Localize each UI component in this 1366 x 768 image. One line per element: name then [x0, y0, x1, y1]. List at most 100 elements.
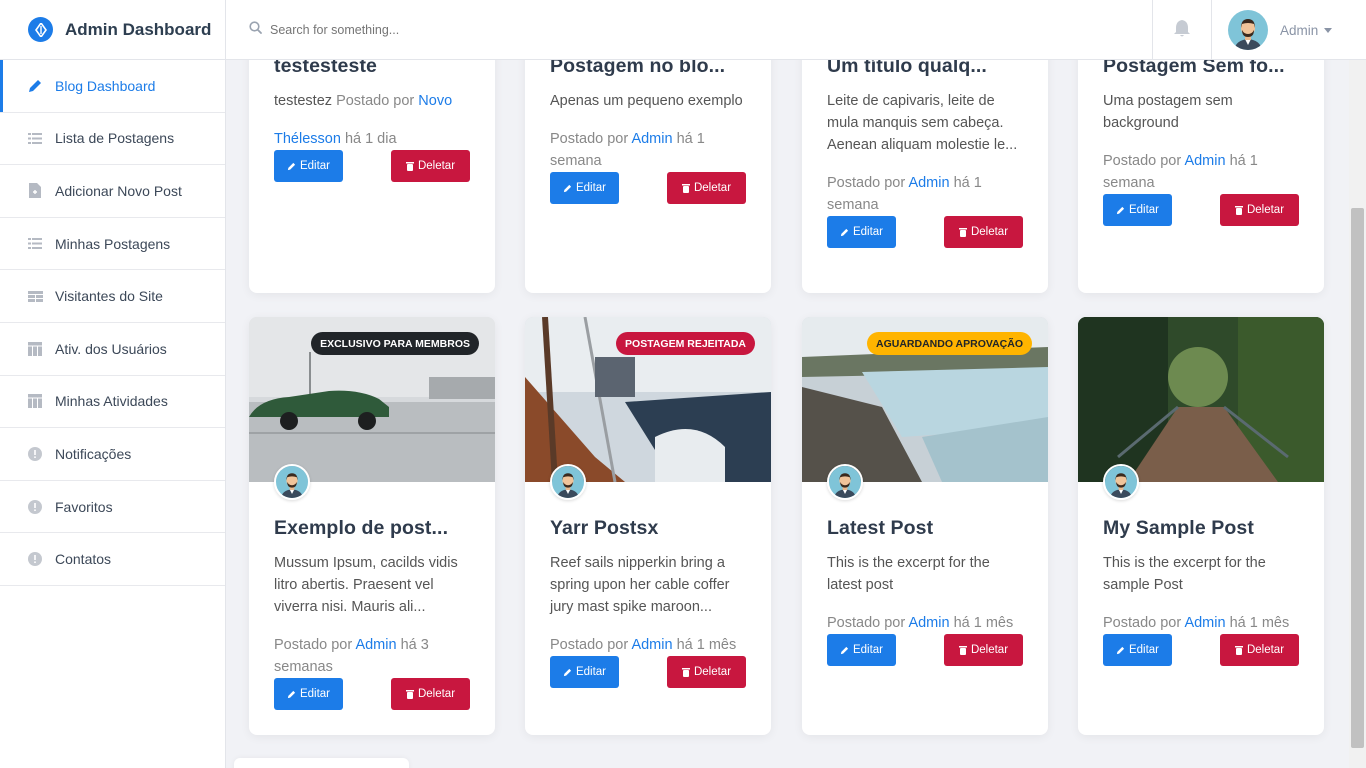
sidebar-item-label: Contatos [55, 551, 112, 568]
author-link[interactable]: Admin [1184, 615, 1225, 631]
meta-prefix: Postado por [1103, 153, 1182, 169]
post-title[interactable]: My Sample Post [1103, 517, 1299, 540]
trash-icon [958, 228, 967, 237]
post-time: há 1 dia [344, 131, 397, 147]
sidebar-item-minhas-postagens[interactable]: Minhas Postagens [0, 218, 225, 271]
author-link[interactable]: Admin [908, 175, 949, 191]
delete-button[interactable]: Deletar [944, 216, 1023, 248]
pencil-icon [1116, 206, 1125, 214]
post-card: EXCLUSIVO PARA MEMBROS Exemplo de post..… [249, 317, 495, 735]
author-link[interactable]: Admin [631, 637, 672, 653]
post-time: há 1 mês [953, 615, 1014, 631]
brand[interactable]: Admin Dashboard [0, 0, 225, 60]
post-excerpt: This is the excerpt for the sample Post [1103, 555, 1266, 593]
edit-button[interactable]: Editar [1103, 634, 1172, 666]
pencil-icon [287, 690, 296, 698]
search-bar [249, 20, 1149, 39]
meta-prefix: Postado por [550, 131, 629, 147]
topbar: Admin [226, 0, 1366, 60]
post-title[interactable]: Exemplo de post... [274, 517, 470, 540]
pagination-card [234, 758, 409, 768]
delete-button[interactable]: Deletar [944, 634, 1023, 666]
edit-button[interactable]: Editar [274, 678, 343, 710]
sidebar-item-visitantes-do-site[interactable]: Visitantes do Site [0, 270, 225, 323]
scrollbar[interactable] [1349, 60, 1366, 768]
edit-button[interactable]: Editar [827, 216, 896, 248]
sidebar-item-adicionar-novo-post[interactable]: Adicionar Novo Post [0, 165, 225, 218]
user-menu[interactable]: Admin [1228, 10, 1333, 50]
delete-button[interactable]: Deletar [391, 150, 470, 182]
author-link[interactable]: Admin [355, 637, 396, 653]
sidebar-item-label: Adicionar Novo Post [55, 182, 182, 199]
pencil-icon [1116, 646, 1125, 654]
alert-circle-icon [27, 499, 43, 515]
avatar[interactable] [1103, 464, 1139, 500]
trash-icon [681, 184, 690, 193]
sidebar-item-label: Ativ. dos Usuários [55, 340, 167, 357]
post-title[interactable]: Latest Post [827, 517, 1023, 540]
meta-prefix: Postado por [274, 637, 353, 653]
table-icon [27, 288, 43, 304]
meta-prefix: Postado por [550, 637, 629, 653]
avatar[interactable] [274, 464, 310, 500]
sidebar-item-ativ-dos-usu-rios[interactable]: Ativ. dos Usuários [0, 323, 225, 376]
pencil-icon [840, 228, 849, 236]
delete-button[interactable]: Deletar [1220, 194, 1299, 226]
post-excerpt: Uma postagem sem background [1103, 93, 1233, 131]
post-excerpt: Leite de capivaris, leite de mula manqui… [827, 93, 1018, 153]
logo-icon [28, 17, 53, 42]
sidebar-item-label: Visitantes do Site [55, 288, 163, 305]
edit-button[interactable]: Editar [827, 634, 896, 666]
search-input[interactable] [270, 22, 670, 37]
sidebar-item-label: Minhas Atividades [55, 393, 168, 410]
notifications-button[interactable] [1152, 0, 1212, 60]
forest-bridge-photo [1078, 317, 1324, 482]
scroll-thumb[interactable] [1351, 208, 1364, 748]
sidebar-item-favoritos[interactable]: Favoritos [0, 481, 225, 534]
sidebar-item-contatos[interactable]: Contatos [0, 533, 225, 586]
avatar[interactable] [550, 464, 586, 500]
author-link[interactable]: Admin [1184, 153, 1225, 169]
post-time: há 1 mês [676, 637, 737, 653]
edit-button[interactable]: Editar [274, 150, 343, 182]
edit-button[interactable]: Editar [550, 172, 619, 204]
author-link[interactable]: Novo [418, 93, 452, 109]
delete-button[interactable]: Deletar [1220, 634, 1299, 666]
status-badge: EXCLUSIVO PARA MEMBROS [311, 332, 479, 355]
post-title[interactable]: Yarr Postsx [550, 517, 746, 540]
sidebar-item-label: Minhas Postagens [55, 235, 171, 252]
pencil-icon [287, 162, 296, 170]
post-card: testesteste testestez Postado por Novo T… [249, 20, 495, 293]
meta-prefix: Postado por [336, 93, 415, 109]
author-link[interactable]: Admin [631, 131, 672, 147]
sidebar-item-lista-de-postagens[interactable]: Lista de Postagens [0, 113, 225, 166]
trash-icon [958, 646, 967, 655]
delete-button[interactable]: Deletar [667, 172, 746, 204]
alert-circle-icon [27, 446, 43, 462]
post-card: AGUARDANDO APROVAÇÃO Latest Post This is… [802, 317, 1048, 735]
edit-button[interactable]: Editar [1103, 194, 1172, 226]
author-link[interactable]: Admin [908, 615, 949, 631]
sidebar-item-minhas-atividades[interactable]: Minhas Atividades [0, 376, 225, 429]
post-excerpt: Apenas um pequeno exemplo [550, 93, 743, 109]
pencil-icon [27, 78, 43, 94]
sidebar-item-notifica-es[interactable]: Notificações [0, 428, 225, 481]
delete-button[interactable]: Deletar [667, 656, 746, 688]
calendar-icon [27, 393, 43, 409]
meta-prefix: Postado por [827, 175, 906, 191]
author-link[interactable]: Thélesson [274, 131, 341, 147]
post-card: POSTAGEM REJEITADA Yarr Postsx Reef sail… [525, 317, 771, 735]
sidebar-item-blog-dashboard[interactable]: Blog Dashboard [0, 60, 225, 113]
list-icon [27, 130, 43, 146]
trash-icon [1234, 206, 1243, 215]
avatar[interactable] [827, 464, 863, 500]
trash-icon [405, 690, 414, 699]
avatar [1228, 10, 1268, 50]
post-excerpt: Reef sails nipperkin bring a spring upon… [550, 555, 730, 615]
meta-prefix: Postado por [827, 615, 906, 631]
delete-button[interactable]: Deletar [391, 678, 470, 710]
bell-icon [1173, 18, 1191, 43]
post-excerpt: Mussum Ipsum, cacilds vidis litro aberti… [274, 555, 458, 615]
edit-button[interactable]: Editar [550, 656, 619, 688]
pencil-icon [563, 668, 572, 676]
